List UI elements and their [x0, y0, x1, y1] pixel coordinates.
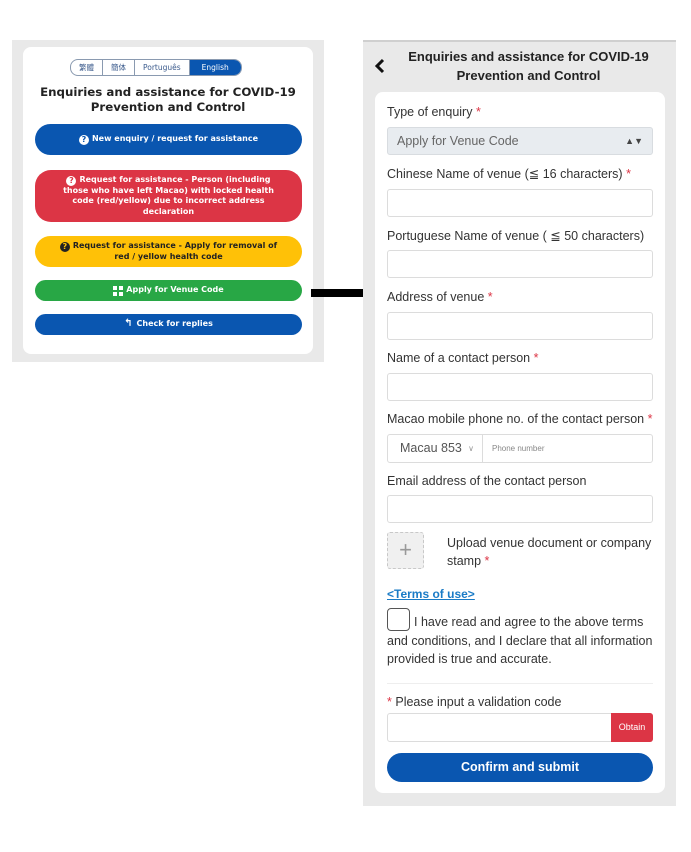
country-code-select[interactable]: Macau 853 ∨ — [388, 435, 483, 462]
obtain-code-button[interactable]: Obtain — [611, 713, 653, 742]
removal-health-code-button[interactable]: ? Request for assistance - Apply for remo… — [35, 236, 302, 267]
language-switcher: 繁體 簡体 Português English — [70, 59, 242, 76]
question-circle-icon: ? — [59, 241, 70, 252]
new-enquiry-button[interactable]: ? New enquiry / request for assistance — [35, 124, 302, 155]
captcha-label: * Please input a validation code — [387, 695, 562, 709]
divider — [387, 683, 653, 684]
lang-portuguese[interactable]: Português — [135, 60, 190, 75]
captcha-input[interactable]: Obtain — [387, 713, 653, 742]
chinese-name-label: Chinese Name of venue (≦ 16 characters) … — [387, 167, 631, 181]
address-label: Address of venue * — [387, 290, 493, 304]
portuguese-name-label: Portuguese Name of venue ( ≦ 50 characte… — [387, 229, 645, 243]
form-title: Enquiries and assistance for COVID-19 Pr… — [408, 49, 649, 83]
qr-code-icon — [113, 285, 124, 296]
phone-number-input[interactable]: Phone number — [483, 435, 652, 462]
contact-person-input[interactable] — [387, 373, 653, 401]
check-replies-button[interactable]: ↰ Check for replies — [35, 314, 302, 335]
lang-simplified-chinese[interactable]: 簡体 — [103, 60, 135, 75]
check-replies-label: Check for replies — [136, 319, 213, 329]
type-of-enquiry-label: Type of enquiry * — [387, 105, 481, 119]
locked-health-code-button[interactable]: ? Request for assistance - Person (includ… — [35, 170, 302, 222]
locked-health-code-label: Request for assistance - Person (includi… — [63, 174, 274, 216]
new-enquiry-label: New enquiry / request for assistance — [91, 134, 259, 143]
apply-venue-code-button[interactable]: Apply for Venue Code — [35, 280, 302, 301]
confirm-submit-button[interactable]: Confirm and submit — [387, 753, 653, 782]
chinese-name-input[interactable] — [387, 189, 653, 217]
chevron-down-icon: ∨ — [468, 444, 474, 453]
lang-english[interactable]: English — [189, 60, 241, 75]
lang-traditional-chinese[interactable]: 繁體 — [71, 60, 103, 75]
home-card: 繁體 簡体 Português English Enquiries and as… — [23, 47, 313, 354]
apply-venue-code-label: Apply for Venue Code — [126, 285, 224, 295]
upload-label: Upload venue document or company stamp * — [447, 536, 652, 568]
reply-icon: ↰ — [124, 318, 133, 330]
upload-button[interactable]: + — [387, 532, 424, 569]
agree-checkbox[interactable] — [387, 608, 410, 631]
email-label: Email address of the contact person — [387, 474, 587, 488]
form-card: Type of enquiry * Apply for Venue Code ▲… — [375, 92, 665, 793]
chevron-left-icon[interactable] — [373, 57, 387, 75]
question-circle-icon: ? — [78, 135, 89, 145]
agree-text: I have read and agree to the above terms… — [387, 615, 653, 666]
type-of-enquiry-select[interactable]: Apply for Venue Code ▲▼ — [387, 127, 653, 155]
home-screen: 繁體 簡体 Português English Enquiries and as… — [12, 40, 324, 362]
phone-label: Macao mobile phone no. of the contact pe… — [387, 412, 653, 426]
sort-arrows-icon: ▲▼ — [625, 136, 643, 146]
page-title: Enquiries and assistance for COVID-19 Pr… — [40, 85, 296, 114]
removal-health-code-label: Request for assistance - Apply for remov… — [72, 240, 278, 261]
plus-icon: + — [399, 537, 412, 562]
question-circle-icon: ? — [66, 175, 77, 186]
contact-person-label: Name of a contact person * — [387, 351, 539, 365]
phone-field: Macau 853 ∨ Phone number — [387, 434, 653, 463]
venue-code-form-screen: Enquiries and assistance for COVID-19 Pr… — [363, 40, 676, 806]
email-input[interactable] — [387, 495, 653, 523]
address-input[interactable] — [387, 312, 653, 340]
portuguese-name-input[interactable] — [387, 250, 653, 278]
terms-of-use-link[interactable]: <Terms of use> — [387, 587, 475, 601]
